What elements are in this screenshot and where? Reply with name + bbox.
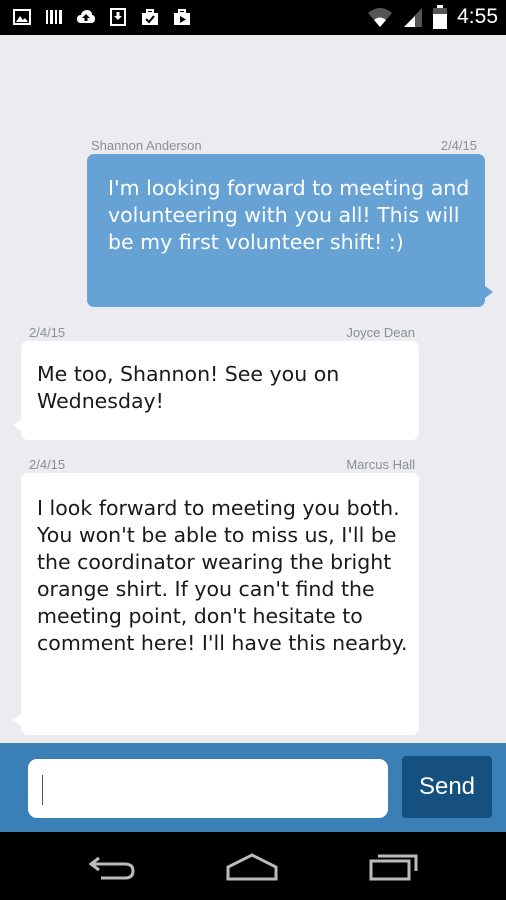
message-text: I'm looking forward to meeting and volun… [108,176,470,254]
clock: 4:55 [457,5,498,28]
back-button[interactable] [82,846,142,886]
message-bubble[interactable]: I look forward to meeting you both. You … [21,473,419,735]
notification-icons [12,7,192,27]
text-cursor [42,775,43,805]
message-list[interactable]: Shannon Anderson 2/4/15 I'm looking forw… [0,35,506,743]
briefcase-check-icon [142,9,158,25]
message-sender: Marcus Hall [346,457,415,472]
message-date: 2/4/15 [29,325,66,340]
message-composer: Send [0,743,506,832]
cloud-upload-icon [77,10,95,23]
home-icon [226,853,278,881]
message-input[interactable] [28,759,388,818]
battery-icon [433,5,448,29]
message-text: Me too, Shannon! See you on Wednesday! [37,362,340,413]
status-bar: 4:55 [0,0,506,35]
message-sender: Joyce Dean [346,325,415,340]
bubble-tail [485,286,493,298]
system-status: 4:55 [367,5,498,29]
briefcase-play-icon [174,9,190,25]
back-icon [88,856,135,880]
bubble-tail [13,419,21,431]
home-button[interactable] [222,846,282,886]
message-sender: Shannon Anderson [91,138,202,153]
message-text: I look forward to meeting you both. You … [37,496,408,655]
message-date: 2/4/15 [440,138,477,153]
message-date: 2/4/15 [29,457,66,472]
send-button[interactable]: Send [402,756,492,818]
wifi-icon [368,8,393,27]
message-bubble[interactable]: Me too, Shannon! See you on Wednesday! [21,341,419,440]
recents-button[interactable] [364,846,424,886]
bubble-tail [13,714,21,726]
barcode-icon [46,10,62,24]
system-nav-bar [0,832,506,900]
signal-icon [404,8,423,27]
recents-icon [369,854,418,881]
image-icon [13,9,31,25]
message-bubble[interactable]: I'm looking forward to meeting and volun… [87,154,485,307]
download-icon [110,8,126,26]
